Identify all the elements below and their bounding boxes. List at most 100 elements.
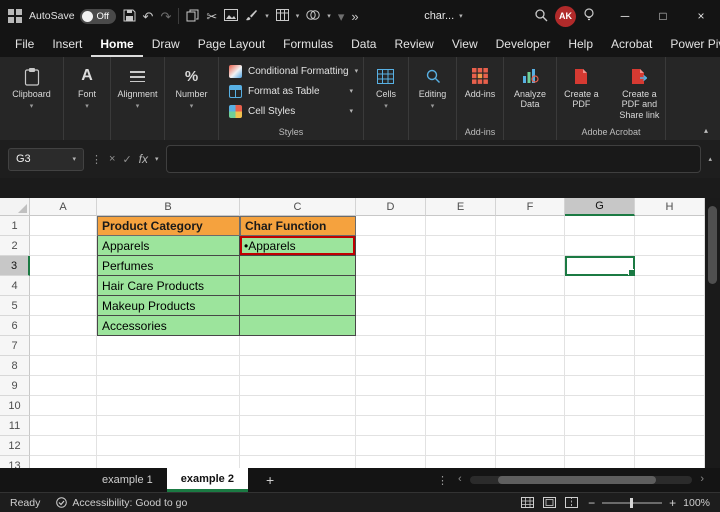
row-header-8[interactable]: 8 [0,356,30,376]
minimize-button[interactable]: ─ [606,0,644,32]
cell-C5[interactable] [240,296,356,316]
picture-icon[interactable] [224,9,238,23]
page-break-view-icon[interactable] [565,497,578,508]
cell-B10[interactable] [97,396,240,416]
cell-D4[interactable] [356,276,426,296]
cell-A8[interactable] [30,356,97,376]
row-header-1[interactable]: 1 [0,216,30,236]
insert-function-button[interactable]: fx [139,152,148,166]
horizontal-scrollbar[interactable] [470,476,692,484]
zoom-slider[interactable] [602,502,662,504]
cell-D13[interactable] [356,456,426,468]
cell-C2[interactable]: •Apparels [240,236,356,256]
menu-tab-insert[interactable]: Insert [43,32,91,57]
cell-H8[interactable] [635,356,705,376]
cell-G12[interactable] [565,436,635,456]
currency-icon[interactable] [306,9,320,23]
column-header-A[interactable]: A [30,198,97,216]
row-header-2[interactable]: 2 [0,236,30,256]
cell-E13[interactable] [426,456,496,468]
column-header-D[interactable]: D [356,198,426,216]
cell-H10[interactable] [635,396,705,416]
menu-tab-help[interactable]: Help [559,32,602,57]
cell-D1[interactable] [356,216,426,236]
cell-F11[interactable] [496,416,565,436]
row-header-3[interactable]: 3 [0,256,30,276]
cell-F8[interactable] [496,356,565,376]
save-icon[interactable] [123,9,136,24]
cell-D8[interactable] [356,356,426,376]
cells-button[interactable]: Cells ▾ [376,66,396,110]
cell-H6[interactable] [635,316,705,336]
cell-B12[interactable] [97,436,240,456]
cell-H5[interactable] [635,296,705,316]
cell-E6[interactable] [426,316,496,336]
autosave-toggle[interactable]: Off [80,9,116,24]
add-sheet-button[interactable]: + [266,472,274,488]
zoom-out-button[interactable]: − [588,497,595,509]
cell-A4[interactable] [30,276,97,296]
cell-B13[interactable] [97,456,240,468]
expand-formula-bar-icon[interactable]: ▴ [708,155,712,163]
paintbrush-icon[interactable] [245,9,258,24]
cell-F5[interactable] [496,296,565,316]
cell-A10[interactable] [30,396,97,416]
collapse-ribbon-icon[interactable]: ▴ [704,126,708,135]
close-button[interactable]: × [682,0,720,32]
cell-G10[interactable] [565,396,635,416]
cell-E2[interactable] [426,236,496,256]
table-icon[interactable] [276,9,289,23]
cell-A11[interactable] [30,416,97,436]
menu-tab-home[interactable]: Home [91,32,142,57]
cell-F9[interactable] [496,376,565,396]
cell-C13[interactable] [240,456,356,468]
scroll-right-icon[interactable]: › [700,473,704,485]
cell-G7[interactable] [565,336,635,356]
menu-tab-formulas[interactable]: Formulas [274,32,342,57]
copy-icon[interactable] [186,9,199,24]
cell-A3[interactable] [30,256,97,276]
cell-E9[interactable] [426,376,496,396]
cell-G4[interactable] [565,276,635,296]
cell-E4[interactable] [426,276,496,296]
cell-A12[interactable] [30,436,97,456]
cell-D2[interactable] [356,236,426,256]
cell-H13[interactable] [635,456,705,468]
cell-H4[interactable] [635,276,705,296]
zoom-slider-thumb[interactable] [630,498,633,508]
editing-button[interactable]: Editing ▾ [419,66,447,110]
column-header-B[interactable]: B [97,198,240,216]
menu-tab-file[interactable]: File [6,32,43,57]
cell-C3[interactable] [240,256,356,276]
font-button[interactable]: A Font ▾ [78,66,96,110]
menu-tab-developer[interactable]: Developer [487,32,560,57]
row-header-4[interactable]: 4 [0,276,30,296]
cell-A13[interactable] [30,456,97,468]
cell-C8[interactable] [240,356,356,376]
cell-A7[interactable] [30,336,97,356]
cell-A6[interactable] [30,316,97,336]
cell-D6[interactable] [356,316,426,336]
toolbar-overflow-icon[interactable]: ▾ [338,10,345,23]
vertical-scrollbar-thumb[interactable] [708,206,717,284]
chevron-down-icon[interactable]: ▾ [327,12,331,20]
search-icon[interactable] [534,8,548,24]
cell-A5[interactable] [30,296,97,316]
cell-H11[interactable] [635,416,705,436]
formula-input[interactable] [166,145,702,173]
cell-C9[interactable] [240,376,356,396]
cell-H9[interactable] [635,376,705,396]
lightbulb-icon[interactable] [583,8,595,24]
vertical-scrollbar[interactable] [705,198,720,468]
column-header-E[interactable]: E [426,198,496,216]
styles-button-cell-styles[interactable]: Cell Styles▾ [229,102,353,120]
sheet-tab-example-2[interactable]: example 2 [167,468,248,492]
addins-button[interactable]: Add-ins [465,66,496,99]
more-commands-icon[interactable]: » [351,10,358,23]
column-header-H[interactable]: H [635,198,705,216]
cell-B9[interactable] [97,376,240,396]
horizontal-scrollbar-thumb[interactable] [498,476,656,484]
cell-B1[interactable]: Product Category [97,216,240,236]
zoom-level[interactable]: 100% [683,497,710,509]
sheet-tab-example-1[interactable]: example 1 [88,468,167,492]
